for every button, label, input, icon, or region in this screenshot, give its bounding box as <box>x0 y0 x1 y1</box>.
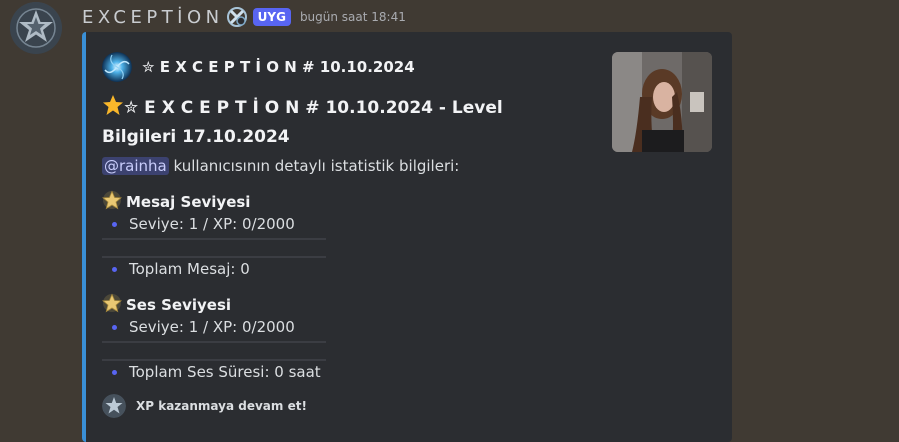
embed-author: ✮ E X C E P T İ O N # 10.10.2024 <box>102 52 415 82</box>
embed-description: @rainha kullanıcısının detaylı istatisti… <box>102 157 459 175</box>
message-header: EXCEPTİON UYG bugün saat 18:41 <box>82 6 406 28</box>
embed-footer-text: XP kazanmaya devam et! <box>136 399 307 413</box>
voice-total-value: Toplam Ses Süresi: 0 saat <box>129 363 321 381</box>
bullet-icon <box>112 324 117 330</box>
chat-message: EXCEPTİON UYG bugün saat 18:41 ✮ E X C E… <box>0 0 899 442</box>
message-total-value: Toplam Mesaj: 0 <box>129 260 250 278</box>
voice-level-value: Seviye: 1 / XP: 0/2000 <box>129 318 295 336</box>
description-text: kullanıcısının detaylı istatistik bilgil… <box>168 157 460 175</box>
star-icon <box>102 94 124 124</box>
timestamp[interactable]: bugün saat 18:41 <box>300 10 406 24</box>
message-level-value: Seviye: 1 / XP: 0/2000 <box>129 215 295 233</box>
embed-title-text: ✮ E X C E P T İ O N # 10.10.2024 - Level… <box>102 98 503 147</box>
message-level-line: Seviye: 1 / XP: 0/2000 <box>112 215 295 233</box>
x-shield-badge-icon[interactable] <box>226 6 248 28</box>
divider <box>102 341 326 343</box>
username[interactable]: EXCEPTİON <box>82 7 224 28</box>
voice-level-heading: Ses Seviyesi <box>101 293 232 317</box>
bullet-icon <box>112 369 117 375</box>
voice-level-line: Seviye: 1 / XP: 0/2000 <box>112 318 295 336</box>
app-tag: UYG <box>252 8 291 26</box>
voice-total-line: Toplam Ses Süresi: 0 saat <box>112 363 321 381</box>
user-avatar[interactable] <box>10 2 62 54</box>
divider <box>102 359 326 361</box>
bullet-icon <box>112 221 117 227</box>
voice-level-title: Ses Seviyesi <box>126 296 232 314</box>
bullet-icon <box>112 266 117 272</box>
star-emblem-icon <box>102 394 126 418</box>
embed-footer: XP kazanmaya devam et! <box>102 394 307 418</box>
embed-card: ✮ E X C E P T İ O N # 10.10.2024 ✮ E X C <box>82 32 732 442</box>
swirl-author-icon <box>102 52 132 82</box>
star-emblem-icon <box>10 2 62 54</box>
embed-thumbnail[interactable] <box>612 52 712 152</box>
user-mention[interactable]: @rainha <box>102 157 169 175</box>
divider <box>102 238 326 240</box>
message-total-line: Toplam Mesaj: 0 <box>112 260 250 278</box>
message-level-heading: Mesaj Seviyesi <box>101 190 251 214</box>
glowing-star-icon <box>101 293 123 317</box>
glowing-star-icon <box>101 190 123 214</box>
divider <box>102 256 326 258</box>
embed-title: ✮ E X C E P T İ O N # 10.10.2024 - Level… <box>102 94 572 150</box>
embed-author-name: ✮ E X C E P T İ O N # 10.10.2024 <box>142 58 415 76</box>
message-level-title: Mesaj Seviyesi <box>126 193 251 211</box>
